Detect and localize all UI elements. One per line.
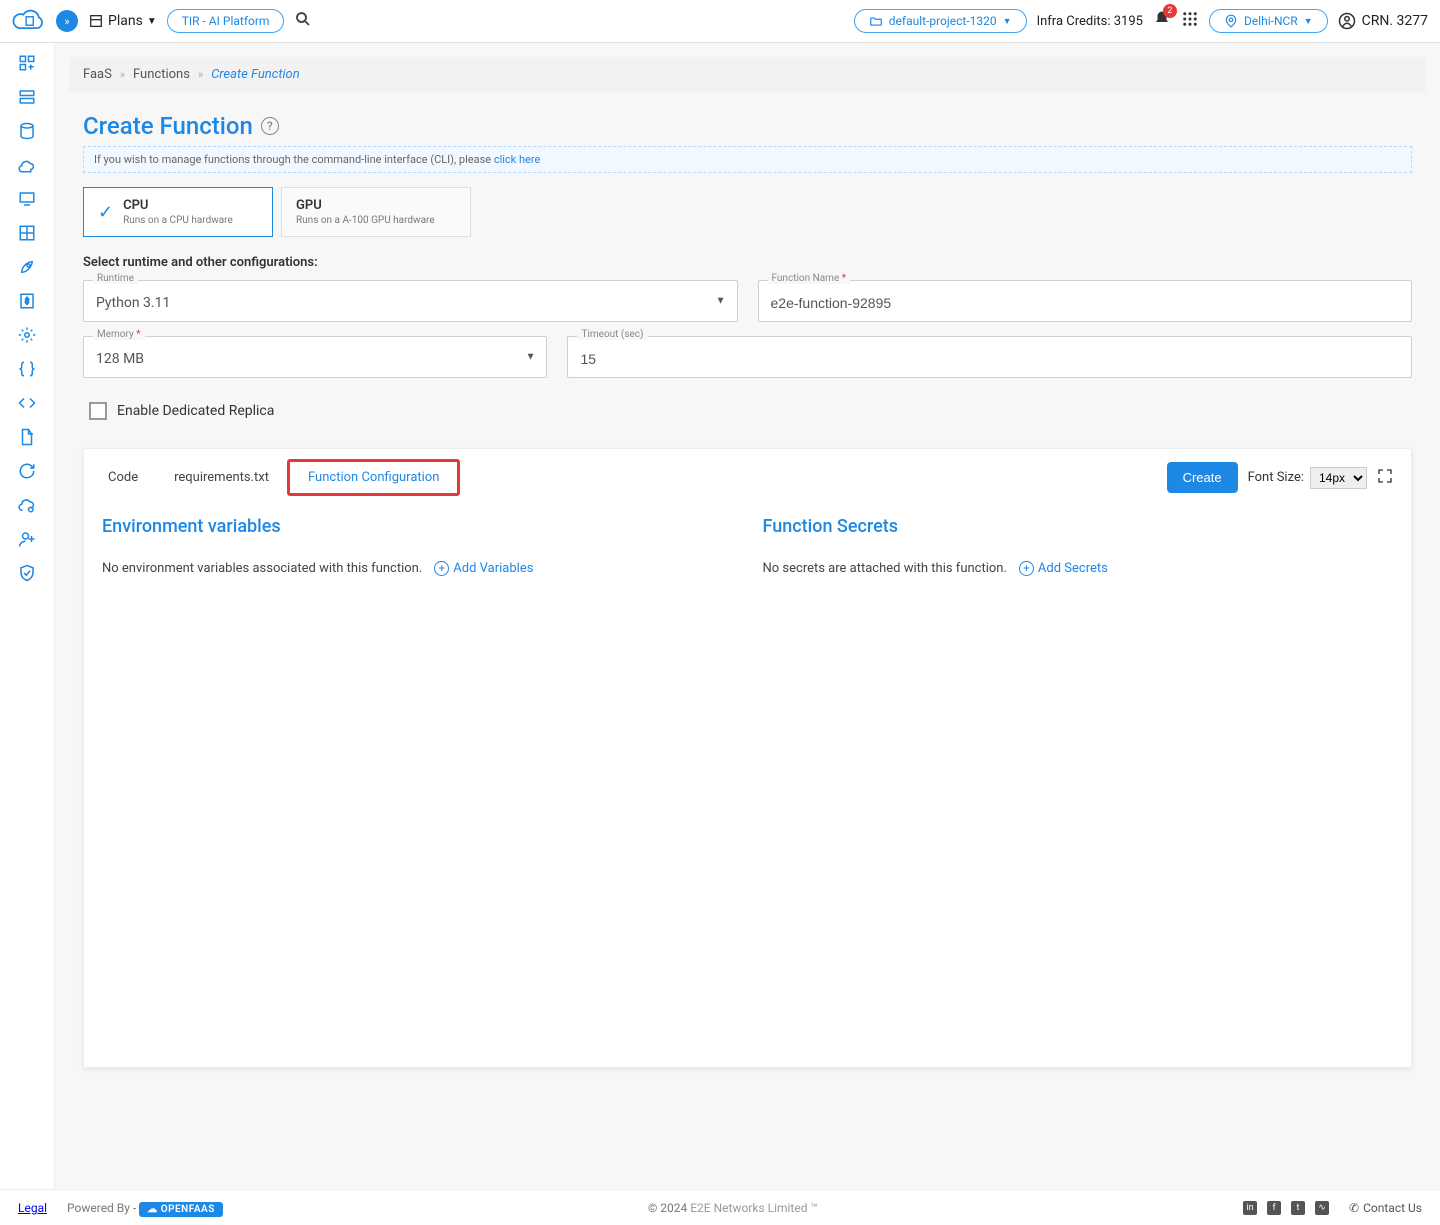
chevron-right-icon: » [198,68,203,81]
footer: Legal Powered By - ☁ OPENFAAS © 2024 E2E… [0,1189,1440,1225]
add-variables-link[interactable]: + Add Variables [434,561,533,576]
breadcrumb-current: Create Function [211,67,300,82]
cli-info-strip: If you wish to manage functions through … [83,146,1412,173]
cli-click-here-link[interactable]: click here [494,153,541,166]
tab-requirements[interactable]: requirements.txt [156,462,287,493]
env-empty-text: No environment variables associated with… [102,561,422,576]
logo-icon [12,9,46,33]
editor-card: Code requirements.txt Function Configura… [83,448,1412,1068]
function-secrets-section: Function Secrets No secrets are attached… [763,516,1394,576]
plus-circle-icon: + [434,561,449,576]
enable-replica-label: Enable Dedicated Replica [117,403,274,419]
chevron-right-icon: » [120,68,125,81]
secrets-title: Function Secrets [763,516,1394,537]
legal-link[interactable]: Legal [18,1201,47,1215]
tir-platform-button[interactable]: TIR - AI Platform [167,9,285,33]
env-variables-title: Environment variables [102,516,733,537]
runtime-select[interactable]: Runtime Python 3.11 [83,280,738,322]
check-icon: ✓ [98,202,113,223]
topbar: » Plans ▼ TIR - AI Platform default-proj… [0,0,1440,43]
linkedin-icon[interactable]: in [1243,1201,1257,1215]
add-secrets-link[interactable]: + Add Secrets [1019,561,1108,576]
fullscreen-icon[interactable] [1377,468,1393,488]
account-crn[interactable]: CRN. 3277 [1338,12,1428,30]
caret-down-icon: ▼ [1304,16,1313,27]
caret-down-icon: ▼ [1003,16,1012,27]
sidebar-shield-icon[interactable] [17,563,37,583]
rss-icon[interactable]: ∿ [1315,1201,1329,1215]
timeout-field[interactable]: Timeout (sec) [567,336,1412,378]
plans-dropdown[interactable]: Plans ▼ [88,13,157,29]
page-title: Create Function ? [83,112,1412,140]
breadcrumb-functions[interactable]: Functions [133,67,190,82]
sidebar-code-icon[interactable] [17,393,37,413]
sidebar-monitor-icon[interactable] [17,189,37,209]
font-size-select[interactable]: 14px [1310,467,1367,489]
function-name-input[interactable] [758,280,1413,322]
twitter-icon[interactable]: t [1291,1201,1305,1215]
secrets-empty-text: No secrets are attached with this functi… [763,561,1007,576]
sidebar-user-add-icon[interactable] [17,529,37,549]
openfaas-badge: ☁ OPENFAAS [139,1202,223,1217]
create-button[interactable]: Create [1167,462,1238,493]
caret-down-icon: ▼ [147,16,157,27]
facebook-icon[interactable]: f [1267,1201,1281,1215]
config-section-label: Select runtime and other configurations: [83,255,1412,270]
enable-replica-checkbox[interactable] [89,402,107,420]
infra-credits: Infra Credits: 3195 [1037,14,1143,29]
help-icon[interactable]: ? [261,117,279,135]
hardware-cpu-card[interactable]: ✓ CPU Runs on a CPU hardware [83,187,273,237]
region-dropdown[interactable]: Delhi-NCR ▼ [1209,9,1328,33]
contact-us-link[interactable]: ✆ Contact Us [1349,1201,1422,1215]
sidebar-billing-icon[interactable]: $ [17,291,37,311]
plus-circle-icon: + [1019,561,1034,576]
apps-grid-icon[interactable] [1181,10,1199,32]
sidebar-database-icon[interactable] [17,121,37,141]
sidebar-servers-icon[interactable] [17,87,37,107]
sidebar: $ [0,43,55,1189]
sidebar-settings-icon[interactable] [17,325,37,345]
social-links: in f t ∿ [1243,1201,1329,1215]
svg-text:$: $ [25,296,29,305]
font-size-label: Font Size: [1248,470,1304,485]
sidebar-refresh-icon[interactable] [17,461,37,481]
timeout-input[interactable] [567,336,1412,378]
sidebar-toggle-button[interactable]: » [56,10,78,32]
project-dropdown[interactable]: default-project-1320 ▼ [854,9,1027,33]
notifications-button[interactable]: 2 [1153,10,1171,32]
sidebar-cloud-lock-icon[interactable] [17,495,37,515]
breadcrumb: FaaS » Functions » Create Function [69,57,1426,92]
tab-function-configuration[interactable]: Function Configuration [287,459,460,496]
sidebar-cloud-icon[interactable] [17,155,37,175]
tab-code[interactable]: Code [90,462,156,493]
phone-icon: ✆ [1349,1201,1359,1215]
sidebar-braces-icon[interactable] [17,359,37,379]
sidebar-file-icon[interactable] [17,427,37,447]
plans-label: Plans [108,13,143,29]
notification-count-badge: 2 [1163,4,1177,18]
sidebar-rocket-icon[interactable] [17,257,37,277]
function-name-field[interactable]: Function Name * [758,280,1413,322]
memory-select[interactable]: Memory * 128 MB [83,336,547,378]
env-variables-section: Environment variables No environment var… [102,516,733,576]
sidebar-grid-icon[interactable] [17,223,37,243]
hardware-gpu-card[interactable]: GPU Runs on a A-100 GPU hardware [281,187,471,237]
sidebar-dashboard-icon[interactable] [17,53,37,73]
breadcrumb-root[interactable]: FaaS [83,67,112,82]
search-icon[interactable] [294,10,312,32]
